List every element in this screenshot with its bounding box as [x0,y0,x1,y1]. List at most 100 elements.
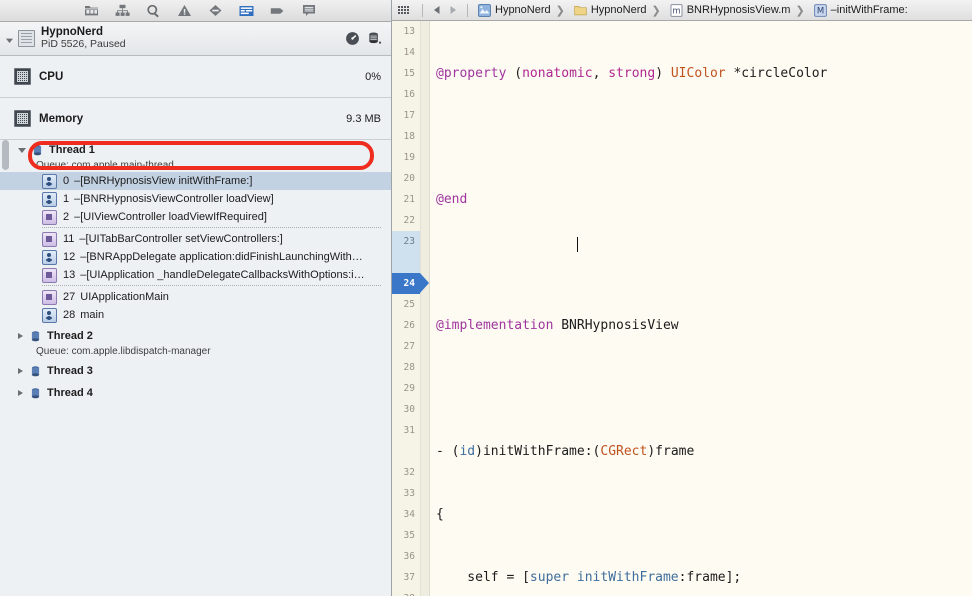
frame-kind-icon [42,249,57,265]
stack-frame-label-0: –[BNRHypnosisView initWithFrame:] [74,175,253,187]
thread-disclosure-triangle[interactable] [18,368,23,374]
stack-frame-row-27[interactable]: 27 UIApplicationMain [0,288,391,306]
breadcrumb-separator: ❯ [555,4,565,17]
frame-kind-icon [42,173,57,189]
line-number: 17 [403,110,415,121]
stack-frame-number-27: 27 [63,291,76,303]
line-number: 20 [403,173,415,184]
line-number: 37 [403,572,415,583]
test-navigator-icon[interactable] [200,1,231,21]
line-number: 18 [403,131,415,142]
process-header-row[interactable]: HypnoNerd PiD 5526, Paused [0,22,391,56]
thread-row-4[interactable]: Thread 4 [0,384,391,402]
thread-name-2: Thread 2 [47,330,93,342]
line-number-wrap [392,441,420,462]
line-number: 38 [392,588,420,596]
svg-text:m: m [672,6,680,16]
breadcrumb-label-group: HypnoNerd [590,4,647,16]
line-number: 31 [403,425,415,436]
breakpoint-navigator-icon[interactable] [262,1,293,21]
svg-text:M: M [817,6,824,16]
line-number: 35 [403,530,415,541]
thread-disclosure-triangle[interactable] [18,333,23,339]
objc-m-file-icon: m [670,3,683,17]
navigator-selector-toolbar [0,0,391,22]
line-number: 21 [403,194,415,205]
line-number-gutter[interactable]: 13 14 15 16 17 18 19 20 21 22 23 24 25 2… [392,21,429,596]
stack-frame-row-1[interactable]: 1 –[BNRHypnosisViewController loadView] [0,190,391,208]
search-navigator-icon[interactable] [138,1,169,21]
line-number: 25 [403,299,415,310]
thread-row-2[interactable]: Thread 2 [0,328,391,344]
stack-frame-row-13[interactable]: 13 –[UIApplication _handleDelegateCallba… [0,266,391,284]
stack-frame-label-28: main [80,309,105,321]
thread-row-1[interactable]: Thread 1 [0,142,391,158]
hierarchy-navigator-icon[interactable] [107,1,138,21]
stack-frame-label-12: –[BNRAppDelegate application:didFinishLa… [80,251,363,263]
gauge-row-memory[interactable]: Memory 9.3 MB [0,98,391,140]
method-m-icon: M [813,3,827,17]
thread-stack-list[interactable]: Thread 1 Queue: com.apple.main-thread 0 … [0,140,391,596]
folder-navigator-icon[interactable] [76,1,107,21]
process-disclosure-triangle[interactable] [4,33,15,44]
breadcrumb-separator: ❯ [795,4,805,17]
back-arrow-icon[interactable] [429,5,445,15]
line-number: 28 [403,362,415,373]
stack-frame-row-12[interactable]: 12 –[BNRAppDelegate application:didFinis… [0,248,391,266]
source-editor[interactable]: 13 14 15 16 17 18 19 20 21 22 23 24 25 2… [392,21,972,596]
related-items-icon[interactable] [398,5,412,16]
debug-navigator-panel: HypnoNerd PiD 5526, Paused CPU 0% Memory… [0,0,392,596]
frame-kind-icon [42,307,57,323]
breadcrumb-item-group[interactable]: HypnoNerd [570,4,647,17]
debug-navigator-icon[interactable] [231,1,262,21]
forward-arrow-icon[interactable] [445,5,461,15]
gauge-icon[interactable] [341,29,363,49]
stack-frame-row-2[interactable]: 2 –[UIViewController loadViewIfRequired] [0,208,391,226]
code-folding-ribbon[interactable] [421,21,430,596]
thread-name-1: Thread 1 [49,144,95,156]
breadcrumb-separator: ❯ [651,4,661,17]
stack-frame-number-11: 11 [63,233,75,245]
line-number: 16 [403,89,415,100]
code-text[interactable]: @property (nonatomic, strong) UIColor *c… [430,21,972,596]
line-number: 19 [403,152,415,163]
frame-kind-icon [42,231,57,247]
line-number-cursor: 23 [392,231,420,252]
breadcrumb-item-symbol[interactable]: M –initWithFrame: [810,3,908,17]
line-number: 30 [403,404,415,415]
frame-kind-icon [42,289,57,305]
stack-frame-number-13: 13 [63,269,76,281]
editor-panel: HypnoNerd ❯ HypnoNerd ❯ m BNRHypnosisVie… [392,0,972,596]
memory-chip-icon [14,110,31,127]
line-number: 14 [403,47,415,58]
breadcrumb-item-project[interactable]: HypnoNerd [474,3,551,17]
gauge-label-cpu: CPU [39,70,64,83]
breadcrumb-label-project: HypnoNerd [495,4,551,16]
stack-frame-number-28: 28 [63,309,76,321]
thread-disclosure-triangle[interactable] [18,147,26,153]
stack-frame-row-0[interactable]: 0 –[BNRHypnosisView initWithFrame:] [0,172,391,190]
stack-frame-number-0: 0 [63,175,70,187]
thread-icon [29,365,42,378]
thread-queue-2: Queue: com.apple.libdispatch-manager [36,345,211,357]
xcode-debug-window: HypnoNerd PiD 5526, Paused CPU 0% Memory… [0,0,972,596]
stack-frame-row-11[interactable]: 11 –[UITabBarController setViewControlle… [0,230,391,248]
log-navigator-icon[interactable] [293,1,324,21]
stack-frame-number-2: 2 [63,211,70,223]
program-counter-marker[interactable]: 24 [392,273,429,294]
issue-navigator-icon[interactable] [169,1,200,21]
stack-frame-label-27: UIApplicationMain [80,291,169,303]
thread-row-3[interactable]: Thread 3 [0,362,391,380]
code-line-17: @implementation BNRHypnosisView [436,318,679,333]
code-line-13: @property (nonatomic, strong) UIColor *c… [436,66,828,81]
stack-frame-row-28[interactable]: 28 main [0,306,391,324]
stack-frame-label-1: –[BNRHypnosisViewController loadView] [74,193,274,205]
code-line-19: - (id)initWithFrame:(CGRect)frame [436,444,695,459]
gauge-row-cpu[interactable]: CPU 0% [0,56,391,98]
gauge-value-memory: 9.3 MB [346,112,381,125]
breadcrumb-item-file[interactable]: m BNRHypnosisView.m [666,3,790,17]
stack-icon[interactable] [363,29,385,49]
thread-disclosure-triangle[interactable] [18,390,23,396]
